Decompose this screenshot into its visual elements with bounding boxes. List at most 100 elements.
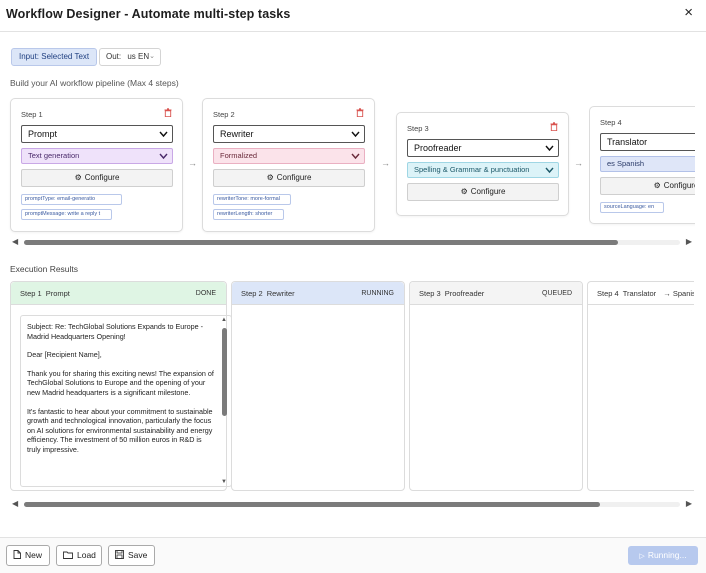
scroll-thumb[interactable]: [222, 328, 227, 416]
param-tag: rewriterLength: shorter: [213, 209, 284, 220]
target-language: → Spanish: [663, 289, 694, 298]
status-badge: RUNNING: [361, 282, 394, 305]
scroll-down-icon[interactable]: ▼: [221, 479, 227, 485]
step-option-select[interactable]: Spelling & Grammar & punctuation: [407, 162, 559, 178]
step-card-4: Step 4 Translator es Spanish ⚙Configure …: [589, 106, 695, 224]
output-paragraph: It's fantastic to hear about your commit…: [27, 407, 217, 455]
configure-button[interactable]: ⚙Configure: [213, 169, 365, 187]
load-label: Load: [77, 550, 96, 560]
step-type-select[interactable]: Rewriter: [213, 125, 365, 143]
scroll-right-icon[interactable]: ▶: [686, 237, 692, 246]
step-type-value: Rewriter: [220, 129, 254, 139]
arrow-icon: →: [574, 158, 583, 168]
result-header: Step 3 Proofreader QUEUED: [410, 282, 582, 305]
configure-button[interactable]: ⚙Configure: [600, 177, 695, 195]
step-card-3: Step 3 Proofreader Spelling & Grammar & …: [396, 112, 569, 216]
result-column-4: Step 4 Translator → Spanish: [587, 281, 694, 491]
step-type-value: Translator: [607, 137, 647, 147]
run-label: Running...: [648, 550, 687, 560]
result-column-1: Step 1 Prompt DONE Subject: Re: TechGloba…: [10, 281, 227, 491]
chevron-down-icon: [351, 152, 360, 160]
title-bar: Workflow Designer - Automate multi-step …: [0, 0, 706, 32]
step-option-select[interactable]: es Spanish: [600, 156, 695, 172]
scroll-thumb[interactable]: [24, 240, 618, 245]
gear-icon: ⚙: [461, 184, 468, 200]
param-tag: promptMessage: write a reply t: [21, 209, 112, 220]
step-label: Step 2: [213, 110, 235, 119]
step-option-select[interactable]: Formalized: [213, 148, 365, 164]
trash-icon[interactable]: [164, 108, 172, 117]
result-header: Step 2 Rewriter RUNNING: [232, 282, 404, 305]
step-option-select[interactable]: Text generation: [21, 148, 173, 164]
folder-icon: [63, 551, 73, 559]
output-scrollbar[interactable]: ▲ ▼: [220, 316, 229, 486]
param-tag: sourceLanguage: en: [600, 202, 664, 213]
scroll-up-icon[interactable]: ▲: [221, 317, 227, 323]
result-step-name: Prompt: [46, 289, 70, 298]
configure-label: Configure: [277, 173, 312, 182]
step-option-value: es Spanish: [607, 159, 644, 168]
gear-icon: ⚙: [654, 178, 661, 194]
trash-icon[interactable]: [356, 108, 364, 117]
result-step: Step 3: [419, 289, 441, 298]
step-type-select[interactable]: Prompt: [21, 125, 173, 143]
result-output[interactable]: Subject: Re: TechGlobal Solutions Expand…: [20, 315, 232, 487]
result-header: Step 1 Prompt DONE: [11, 282, 226, 305]
save-label: Save: [128, 550, 147, 560]
arrow-icon: →: [381, 158, 390, 168]
chevron-down-icon: [545, 166, 554, 174]
save-button[interactable]: Save: [108, 545, 155, 566]
result-step: Step 4: [597, 289, 619, 298]
chevron-down-icon: [545, 144, 554, 152]
step-type-value: Proofreader: [414, 143, 462, 153]
new-file-icon: [13, 550, 21, 559]
pipeline-scrollbar[interactable]: ◀ ▶: [10, 237, 694, 247]
step-option-value: Spelling & Grammar & punctuation: [414, 165, 529, 174]
result-step-name: Rewriter: [267, 289, 295, 298]
param-tag: rewriterTone: more-formal: [213, 194, 291, 205]
output-paragraph: Thank you for sharing this exciting news…: [27, 369, 217, 398]
output-paragraph: Subject: Re: TechGlobal Solutions Expand…: [27, 322, 217, 341]
result-step: Step 1: [20, 289, 42, 298]
input-source-button[interactable]: Input: Selected Text: [11, 48, 97, 66]
scroll-left-icon[interactable]: ◀: [12, 237, 18, 246]
gear-icon: ⚙: [267, 170, 274, 186]
execution-results-label: Execution Results: [10, 264, 78, 274]
result-step-name: Proofreader: [445, 289, 485, 298]
arrow-icon: →: [188, 158, 197, 168]
new-label: New: [25, 550, 42, 560]
configure-label: Configure: [471, 187, 506, 196]
step-option-value: Text generation: [28, 151, 79, 160]
result-step-name: Translator: [623, 289, 656, 298]
param-tag: promptType: email-generatio: [21, 194, 122, 205]
step-type-select[interactable]: Proofreader: [407, 139, 559, 157]
run-button[interactable]: ▷ Running...: [628, 546, 698, 565]
load-button[interactable]: Load: [56, 545, 102, 566]
step-type-value: Prompt: [28, 129, 57, 139]
status-badge: DONE: [196, 282, 216, 305]
scroll-left-icon[interactable]: ◀: [12, 499, 18, 508]
close-icon[interactable]: ×: [684, 5, 693, 20]
chevron-down-icon: ⌄: [149, 49, 155, 65]
save-icon: [115, 550, 124, 559]
step-card-2: Step 2 Rewriter Formalized ⚙Configure re…: [202, 98, 375, 232]
configure-button[interactable]: ⚙Configure: [21, 169, 173, 187]
output-paragraph: Dear [Recipient Name],: [27, 350, 217, 360]
result-step: Step 2: [241, 289, 263, 298]
configure-label: Configure: [664, 181, 695, 190]
results-scrollbar[interactable]: ◀ ▶: [10, 499, 694, 509]
chevron-down-icon: [159, 130, 168, 138]
status-badge: QUEUED: [542, 282, 572, 305]
step-card-1: Step 1 Prompt Text generation ⚙Configure…: [10, 98, 183, 232]
bottom-bar: [0, 537, 706, 573]
scroll-thumb[interactable]: [24, 502, 600, 507]
output-language-select[interactable]: Out: us EN ⌄: [99, 48, 161, 66]
trash-icon[interactable]: [550, 122, 558, 131]
configure-button[interactable]: ⚙Configure: [407, 183, 559, 201]
play-icon: ▷: [639, 553, 644, 560]
step-type-select[interactable]: Translator: [600, 133, 695, 151]
scroll-right-icon[interactable]: ▶: [686, 499, 692, 508]
result-column-2: Step 2 Rewriter RUNNING: [231, 281, 405, 491]
step-label: Step 4: [600, 118, 622, 127]
new-button[interactable]: New: [6, 545, 50, 566]
